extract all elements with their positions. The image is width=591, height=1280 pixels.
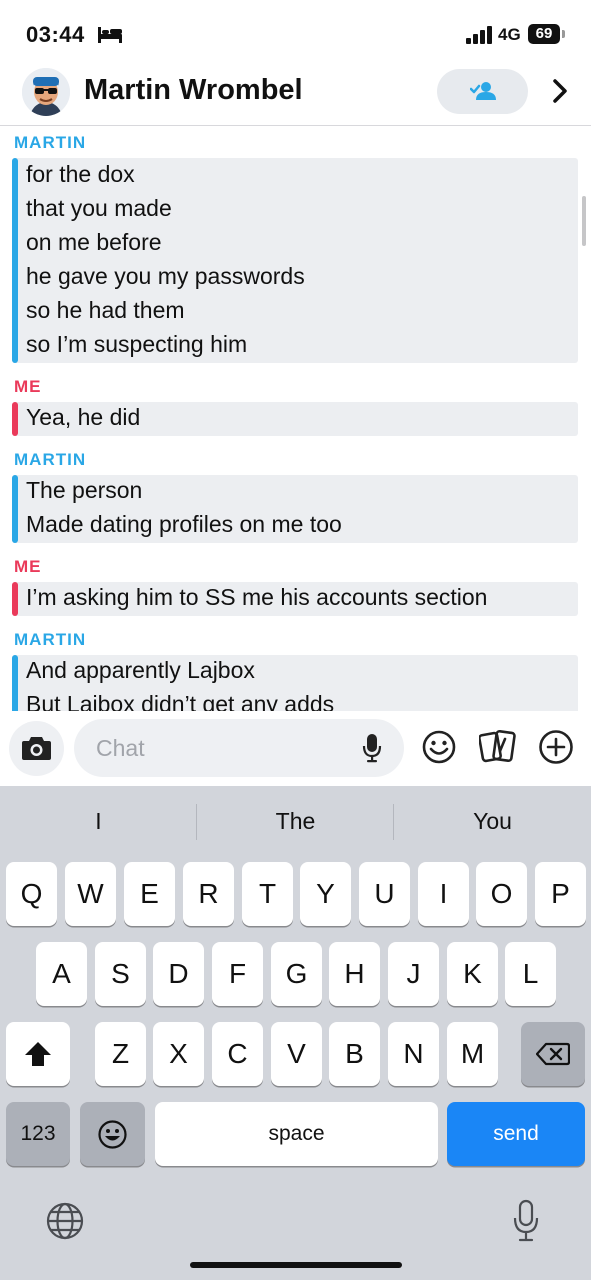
globe-icon[interactable] — [46, 1202, 84, 1240]
key-v[interactable]: V — [271, 1022, 322, 1086]
numbers-key[interactable]: 123 — [6, 1102, 70, 1166]
backspace-icon — [536, 1042, 570, 1066]
key-e[interactable]: E — [124, 862, 175, 926]
message-line: for the dox — [26, 161, 135, 187]
message-line: Yea, he did — [26, 404, 141, 430]
suggestion-3[interactable]: You — [394, 808, 591, 835]
key-u[interactable]: U — [359, 862, 410, 926]
suggestion-1[interactable]: I — [0, 808, 197, 835]
key-n[interactable]: N — [388, 1022, 439, 1086]
sender-bar — [12, 158, 18, 363]
sender-bar — [12, 582, 18, 616]
message-bubble[interactable]: I’m asking him to SS me his accounts sec… — [12, 582, 578, 616]
contact-name[interactable]: Martin Wrombel — [84, 74, 303, 107]
message-bubble[interactable]: for the dox that you made on me before h… — [12, 158, 578, 363]
message-bubble[interactable]: The person Made dating profiles on me to… — [12, 475, 578, 543]
battery-tip — [562, 30, 565, 38]
battery-level: 69 — [528, 24, 560, 44]
emoji-key[interactable] — [80, 1102, 145, 1166]
camera-button[interactable] — [9, 721, 64, 776]
sender-label: MARTIN — [14, 630, 87, 649]
key-w[interactable]: W — [65, 862, 116, 926]
status-bar: 03:44 4G 69 — [0, 0, 591, 64]
bed-icon — [98, 25, 122, 48]
message-line: on me before — [26, 229, 162, 255]
chevron-right-icon[interactable] — [548, 77, 570, 105]
message-line: I’m asking him to SS me his accounts sec… — [26, 584, 488, 610]
key-x[interactable]: X — [153, 1022, 204, 1086]
chat-header: Martin Wrombel — [0, 64, 591, 126]
message-line: And apparently Lajbox — [26, 657, 255, 683]
message-bubble[interactable]: And apparently Lajbox But Lajbox didn’t … — [12, 655, 578, 711]
camera-icon — [22, 737, 51, 760]
emoji-face-icon — [98, 1120, 127, 1149]
message-line: so I’m suspecting him — [26, 331, 248, 357]
key-c[interactable]: C — [212, 1022, 263, 1086]
emoji-icon[interactable] — [421, 729, 457, 765]
message-line: Made dating profiles on me too — [26, 511, 342, 537]
message-line: he gave you my passwords — [26, 263, 305, 289]
chat-input[interactable]: Chat — [74, 719, 404, 777]
key-q[interactable]: Q — [6, 862, 57, 926]
key-b[interactable]: B — [329, 1022, 380, 1086]
sender-label: MARTIN — [14, 450, 87, 469]
message-line: The person — [26, 477, 143, 503]
keyboard: I The You Q W E R T Y U I O P A S D F G … — [0, 786, 591, 1280]
key-g[interactable]: G — [271, 942, 322, 1006]
add-friend-icon — [470, 82, 496, 100]
sender-label: ME — [14, 377, 42, 396]
key-k[interactable]: K — [447, 942, 498, 1006]
backspace-key[interactable] — [521, 1022, 585, 1086]
scrollbar[interactable] — [582, 196, 586, 246]
status-time: 03:44 — [26, 22, 85, 47]
network-type: 4G — [498, 25, 521, 44]
key-j[interactable]: J — [388, 942, 439, 1006]
key-l[interactable]: L — [505, 942, 556, 1006]
key-d[interactable]: D — [153, 942, 204, 1006]
message-bubble[interactable]: Yea, he did — [12, 402, 578, 436]
send-key[interactable]: send — [447, 1102, 585, 1166]
chat-placeholder: Chat — [96, 735, 145, 761]
sender-bar — [12, 655, 18, 711]
key-y[interactable]: Y — [300, 862, 351, 926]
message-list[interactable]: MARTIN for the dox that you made on me b… — [0, 126, 591, 711]
suggestion-2[interactable]: The — [197, 808, 394, 835]
microphone-icon[interactable] — [362, 733, 382, 763]
key-f[interactable]: F — [212, 942, 263, 1006]
key-p[interactable]: P — [535, 862, 586, 926]
space-key[interactable]: space — [155, 1102, 438, 1166]
key-i[interactable]: I — [418, 862, 469, 926]
key-r[interactable]: R — [183, 862, 234, 926]
shift-key[interactable] — [6, 1022, 70, 1086]
key-s[interactable]: S — [95, 942, 146, 1006]
dictation-mic-icon[interactable] — [512, 1199, 540, 1243]
sender-label: MARTIN — [14, 133, 87, 152]
message-line: that you made — [26, 195, 172, 221]
sticker-cards-icon[interactable] — [479, 729, 517, 765]
sender-bar — [12, 402, 18, 436]
key-o[interactable]: O — [476, 862, 527, 926]
message-line: But Lajbox didn’t get any adds — [26, 691, 335, 711]
key-h[interactable]: H — [329, 942, 380, 1006]
compose-bar: Chat — [0, 711, 591, 786]
shift-icon — [25, 1042, 51, 1066]
key-z[interactable]: Z — [95, 1022, 146, 1086]
sender-bar — [12, 475, 18, 543]
key-t[interactable]: T — [242, 862, 293, 926]
signal-icon — [466, 26, 494, 49]
home-indicator[interactable] — [190, 1262, 402, 1268]
plus-circle-icon[interactable] — [538, 729, 574, 765]
message-line: so he had them — [26, 297, 185, 323]
key-a[interactable]: A — [36, 942, 87, 1006]
sender-label: ME — [14, 557, 42, 576]
avatar[interactable] — [22, 68, 70, 116]
key-m[interactable]: M — [447, 1022, 498, 1086]
add-friend-button[interactable] — [437, 69, 528, 114]
